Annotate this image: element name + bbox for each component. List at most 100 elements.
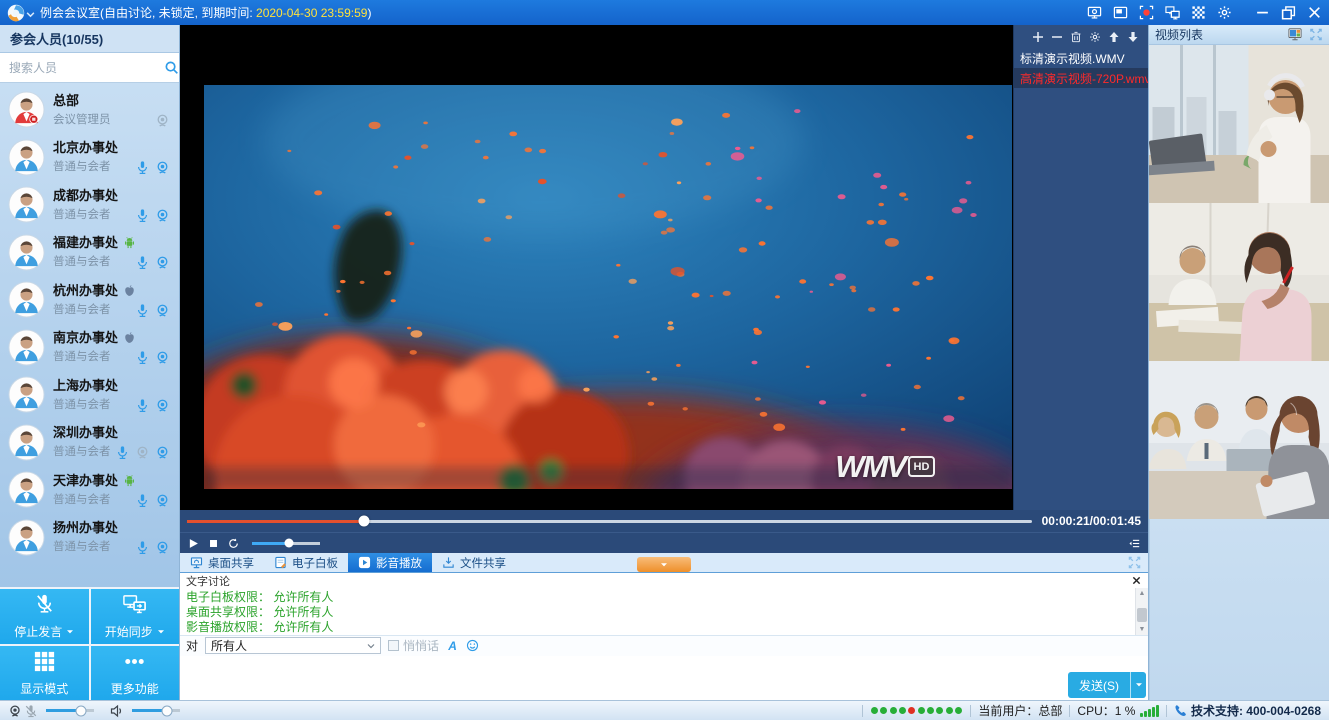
mic-icon[interactable]: [135, 303, 150, 318]
camera-icon[interactable]: [155, 540, 170, 555]
chat-input-area[interactable]: 发送(S): [180, 656, 1148, 701]
video-thumbnail[interactable]: [1149, 45, 1329, 203]
send-options-caret[interactable]: [1130, 672, 1146, 698]
tab-desktop-share[interactable]: 桌面共享: [180, 553, 264, 572]
mic-off-button[interactable]: 停止发言: [0, 589, 89, 644]
more-functions-button[interactable]: 更多功能: [91, 646, 180, 701]
mic-volume-knob[interactable]: [75, 705, 86, 716]
caret-down-icon[interactable]: [157, 628, 165, 636]
tab-media-play[interactable]: 影音播放: [348, 553, 432, 572]
caret-down-icon[interactable]: [66, 628, 74, 636]
participant-row[interactable]: 天津办事处普通与会者: [0, 466, 179, 514]
participant-row[interactable]: 成都办事处普通与会者: [0, 181, 179, 229]
participant-row[interactable]: 扬州办事处普通与会者: [0, 514, 179, 562]
expand-icon[interactable]: [1309, 28, 1323, 41]
close-icon[interactable]: [1307, 5, 1322, 20]
stop-button[interactable]: [208, 538, 219, 549]
camera-icon[interactable]: [155, 493, 170, 508]
panel-collapse-handle[interactable]: [637, 557, 691, 572]
add-icon[interactable]: [1032, 31, 1044, 43]
video-thumbnail[interactable]: [1149, 203, 1329, 361]
seek-bar[interactable]: [187, 520, 1032, 523]
camera-icon[interactable]: [155, 350, 170, 365]
speaker-icon[interactable]: [110, 704, 124, 718]
screen-monitor-icon[interactable]: [1087, 5, 1102, 20]
display-mode-button[interactable]: 显示模式: [0, 646, 89, 701]
emoji-icon[interactable]: [466, 639, 479, 652]
camera-icon[interactable]: [155, 208, 170, 223]
maximize-icon[interactable]: [1281, 5, 1296, 20]
app-logo-icon[interactable]: [7, 4, 25, 22]
chat-scrollbar[interactable]: ▲ ▼: [1135, 588, 1148, 635]
participant-row[interactable]: 杭州办事处普通与会者: [0, 276, 179, 324]
playlist-toggle-icon[interactable]: [1129, 538, 1140, 549]
dither-grid-icon[interactable]: [1191, 5, 1206, 20]
whisper-option[interactable]: 悄悄话: [388, 637, 439, 654]
mic-icon[interactable]: [135, 208, 150, 223]
volume-handle[interactable]: [285, 539, 294, 548]
speaker-volume-knob[interactable]: [161, 705, 172, 716]
speaker-volume-slider[interactable]: [132, 709, 180, 712]
mic-icon[interactable]: [135, 398, 150, 413]
mic-icon[interactable]: [135, 350, 150, 365]
camera-icon[interactable]: [155, 398, 170, 413]
recipient-value: 所有人: [211, 637, 247, 654]
mic-icon[interactable]: [135, 255, 150, 270]
trash-icon[interactable]: [1070, 31, 1082, 43]
window-panel-icon[interactable]: [1113, 5, 1128, 20]
participant-row[interactable]: 总部会议管理员: [0, 86, 179, 134]
mic-icon[interactable]: [135, 160, 150, 175]
close-icon[interactable]: [1131, 575, 1142, 586]
tab-whiteboard[interactable]: 电子白板: [264, 553, 348, 572]
mic-icon[interactable]: [135, 493, 150, 508]
search-icon[interactable]: [164, 60, 179, 75]
fullscreen-icon[interactable]: [1128, 556, 1141, 569]
font-icon[interactable]: A: [446, 639, 459, 652]
camera-icon[interactable]: [155, 160, 170, 175]
remove-icon[interactable]: [1051, 31, 1063, 43]
search-input[interactable]: [9, 61, 164, 75]
camera-gray-icon[interactable]: [135, 445, 150, 460]
whisper-checkbox[interactable]: [388, 640, 399, 651]
settings-gear-icon[interactable]: [1217, 5, 1232, 20]
scroll-down-arrow[interactable]: ▼: [1136, 625, 1148, 635]
chevron-down-icon[interactable]: [26, 10, 35, 19]
play-button[interactable]: [188, 538, 199, 549]
participant-row[interactable]: 深圳办事处普通与会者: [0, 419, 179, 467]
move-down-icon[interactable]: [1127, 31, 1139, 43]
gear-icon[interactable]: [1089, 31, 1101, 43]
mic-volume-slider[interactable]: [46, 709, 94, 712]
video-wall-icon[interactable]: [1288, 28, 1302, 41]
webcam-icon[interactable]: [8, 704, 22, 718]
recipient-select[interactable]: 所有人: [205, 637, 381, 654]
action-button-label: 开始同步: [105, 623, 153, 640]
record-icon[interactable]: [1139, 5, 1154, 20]
scroll-thumb[interactable]: [1137, 608, 1147, 623]
mic-icon[interactable]: [115, 445, 130, 460]
move-up-icon[interactable]: [1108, 31, 1120, 43]
mic-muted-icon[interactable]: [24, 704, 38, 718]
participant-row[interactable]: 南京办事处普通与会者: [0, 324, 179, 372]
minimize-icon[interactable]: [1255, 5, 1270, 20]
camera-icon[interactable]: [155, 445, 170, 460]
connection-dot-green: [880, 707, 887, 714]
media-playlist-panel: 标清演示视频.WMV高清演示视频-720P.wmv删除: [1013, 25, 1148, 510]
scroll-up-arrow[interactable]: ▲: [1136, 588, 1148, 598]
volume-slider[interactable]: [252, 542, 320, 545]
mic-icon[interactable]: [135, 540, 150, 555]
camera-gray-icon[interactable]: [155, 113, 170, 128]
participant-row[interactable]: 上海办事处普通与会者: [0, 371, 179, 419]
camera-icon[interactable]: [155, 303, 170, 318]
tab-file-share[interactable]: 文件共享: [432, 553, 516, 572]
video-thumbnail[interactable]: [1149, 361, 1329, 519]
participant-row[interactable]: 北京办事处普通与会者: [0, 134, 179, 182]
seek-handle[interactable]: [359, 516, 370, 527]
playlist-item[interactable]: 高清演示视频-720P.wmv删除: [1014, 68, 1148, 88]
participant-row[interactable]: 福建办事处普通与会者: [0, 229, 179, 277]
sync-screens-button[interactable]: 开始同步: [91, 589, 180, 644]
replay-button[interactable]: [228, 538, 239, 549]
send-button[interactable]: 发送(S): [1068, 672, 1146, 698]
camera-icon[interactable]: [155, 255, 170, 270]
network-screens-icon[interactable]: [1165, 5, 1180, 20]
playlist-item[interactable]: 标清演示视频.WMV: [1014, 48, 1148, 68]
